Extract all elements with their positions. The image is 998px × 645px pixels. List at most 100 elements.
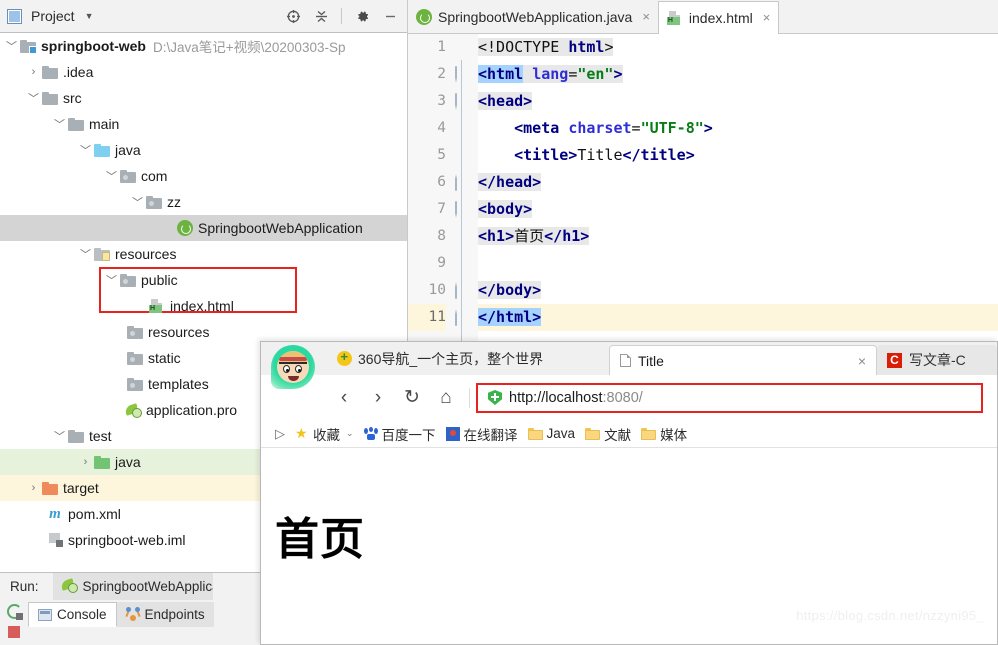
code-text[interactable]: <!DOCTYPE html> <html lang="en"> <head> …	[478, 34, 998, 345]
tree-label: test	[89, 428, 112, 444]
tab-console[interactable]: Console	[28, 602, 117, 627]
fold-marker-body-open[interactable]	[455, 201, 469, 218]
tree-row-springboot-web[interactable]: ﹀ springboot-web D:\Java笔记+视频\20200303-S…	[0, 33, 407, 59]
tree-row-resources-root[interactable]: ﹀ resources	[0, 241, 407, 267]
tree-row-springboot-web-application[interactable]: SpringbootWebApplication	[0, 215, 407, 241]
close-icon[interactable]: ×	[763, 10, 771, 25]
spring-boot-class-icon	[416, 8, 432, 25]
fold-marker-body-close[interactable]	[455, 282, 469, 299]
chevron-down-icon[interactable]: ﹀	[4, 38, 19, 54]
bookmark-translate[interactable]: 在线翻译	[445, 424, 518, 444]
rerun-icon[interactable]	[6, 604, 23, 620]
package-icon	[119, 169, 137, 183]
fold-marker-head-open[interactable]	[455, 93, 469, 110]
chevron-down-icon[interactable]: ﹀	[52, 428, 67, 444]
fold-marker-html-close[interactable]	[455, 309, 469, 326]
chevron-down-icon[interactable]: ﹀	[26, 90, 41, 106]
tab-endpoints[interactable]: Endpoints	[116, 602, 214, 627]
tree-row-zz[interactable]: ﹀ zz	[0, 189, 407, 215]
bookmark-folder-java[interactable]: Java	[527, 426, 576, 441]
address-bar[interactable]: http://localhost:8080/	[476, 382, 983, 413]
bookmark-favorites[interactable]: ★ 收藏 ⌄	[295, 424, 354, 444]
tree-row-idea[interactable]: › .idea	[0, 59, 407, 85]
line-number: 1	[437, 39, 446, 55]
line-number: 3	[437, 93, 446, 109]
fold-marker-html[interactable]	[455, 66, 469, 83]
folder-resources-icon	[93, 247, 111, 261]
tab-index-html[interactable]: H index.html ×	[657, 1, 780, 34]
line-number: 7	[437, 201, 446, 217]
folder-grey-icon	[41, 65, 59, 79]
code-area[interactable]: 1 2 3 4 5 6 7 8 9 10 11 <!DOCTYPE html> …	[408, 34, 998, 345]
package-icon	[119, 273, 137, 287]
baidu-icon	[363, 427, 378, 440]
back-button[interactable]: ‹	[327, 381, 361, 415]
line-number: 10	[428, 282, 446, 298]
chevron-right-icon[interactable]: ›	[78, 456, 93, 468]
minimize-icon[interactable]	[379, 5, 401, 27]
bookmark-label: Java	[546, 426, 576, 441]
run-configuration-tab[interactable]: SpringbootWebApplica	[52, 573, 213, 600]
tree-row-main-java[interactable]: ﹀ java	[0, 137, 407, 163]
package-icon	[145, 195, 163, 209]
bookmark-folder-wenxian[interactable]: 文献	[585, 424, 631, 444]
luffy-avatar-icon[interactable]	[271, 345, 315, 389]
browser-home-site-label[interactable]: 360导航_一个主页，整个世界	[337, 342, 543, 375]
bookmark-baidu[interactable]: 百度一下	[363, 424, 436, 444]
tree-row-index-html[interactable]: H index.html	[0, 293, 407, 319]
chevron-down-icon[interactable]: ▼	[85, 11, 94, 21]
tree-label: .idea	[63, 64, 94, 80]
tree-row-main[interactable]: ﹀ main	[0, 111, 407, 137]
browser-tab-csdn[interactable]: C 写文章-C	[877, 345, 997, 375]
tab-springboot-web-application-java[interactable]: SpringbootWebApplication.java ×	[408, 0, 658, 33]
collapse-all-icon[interactable]	[310, 5, 332, 27]
chevron-down-icon[interactable]: ﹀	[78, 142, 93, 158]
chevron-down-icon[interactable]: ﹀	[104, 272, 119, 288]
project-root-folder-icon	[19, 39, 37, 54]
fold-marker-head-close[interactable]	[455, 174, 469, 191]
watermark-text: https://blog.csdn.net/nzzyni95_	[796, 608, 984, 623]
chevron-down-icon[interactable]: ﹀	[78, 246, 93, 262]
tree-row-public[interactable]: ﹀ public	[0, 267, 407, 293]
stop-icon[interactable]	[8, 626, 20, 638]
tree-label: application.pro	[146, 402, 238, 418]
chevron-right-icon[interactable]: ›	[26, 66, 41, 78]
tree-row-src[interactable]: ﹀ src	[0, 85, 407, 111]
chevron-down-icon[interactable]: ﹀	[104, 168, 119, 184]
tree-label: index.html	[170, 298, 234, 314]
browser-tab-title[interactable]: Title ×	[609, 345, 877, 375]
run-label: Run:	[10, 579, 39, 594]
locate-icon[interactable]	[282, 5, 304, 27]
browser-tab-label: Title	[638, 352, 664, 369]
tab-label: Console	[57, 607, 107, 622]
chevron-down-icon[interactable]: ⌄	[346, 428, 354, 439]
show-bookmarks-icon[interactable]: ▷	[275, 426, 285, 442]
close-icon[interactable]: ×	[858, 353, 866, 369]
tab-label: Endpoints	[144, 607, 205, 622]
code-editor: SpringbootWebApplication.java × H index.…	[408, 0, 998, 345]
red-highlight-box: ﹀ public H index.html	[0, 267, 407, 319]
chevron-down-icon[interactable]: ﹀	[130, 194, 145, 210]
chevron-right-icon[interactable]: ›	[26, 482, 41, 494]
tree-row-com[interactable]: ﹀ com	[0, 163, 407, 189]
code-line-3: <head>	[478, 92, 533, 110]
line-number: 8	[437, 228, 446, 244]
chevron-down-icon[interactable]: ﹀	[52, 116, 67, 132]
project-toolbar: Project ▼	[0, 0, 407, 33]
bookmark-folder-meiti[interactable]: 媒体	[641, 424, 687, 444]
endpoints-icon	[124, 607, 141, 621]
settings-gear-icon[interactable]	[351, 5, 373, 27]
code-line-1: <!DOCTYPE html>	[478, 38, 614, 56]
browser-tab-label: 写文章-C	[909, 352, 966, 368]
home-button[interactable]: ⌂	[429, 381, 463, 415]
code-line-7: <body>	[478, 200, 533, 218]
tree-label: zz	[167, 194, 181, 210]
close-icon[interactable]: ×	[642, 9, 650, 24]
forward-button[interactable]: ›	[361, 381, 395, 415]
package-icon	[126, 351, 144, 365]
reload-button[interactable]: ↻	[395, 381, 429, 415]
bookmark-label: 文献	[604, 427, 632, 443]
tree-label: public	[141, 272, 178, 288]
editor-tab-bar: SpringbootWebApplication.java × H index.…	[408, 0, 998, 34]
code-folding-gutter[interactable]	[454, 34, 478, 345]
